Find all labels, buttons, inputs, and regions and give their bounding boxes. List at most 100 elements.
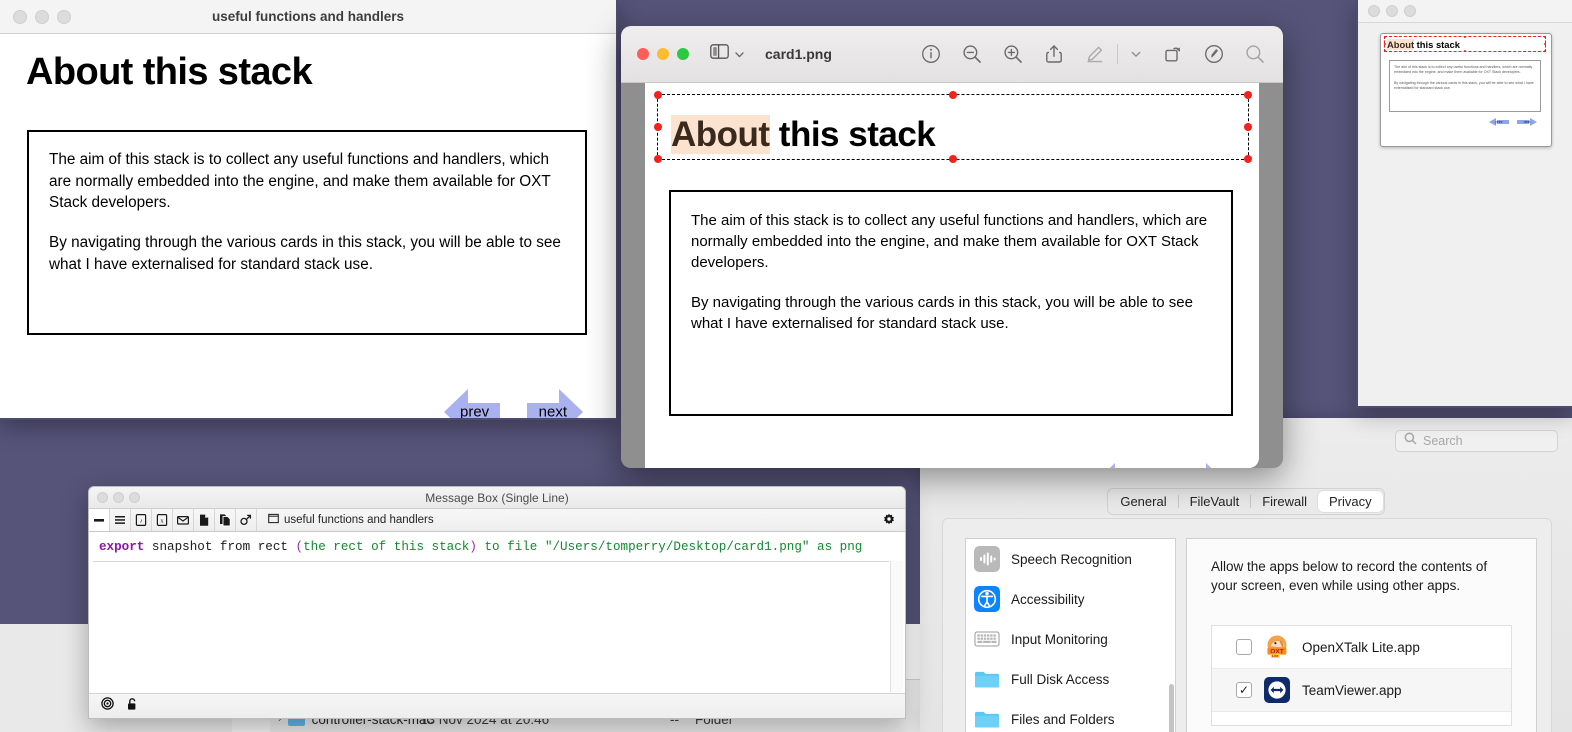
close-button[interactable] <box>637 48 649 60</box>
selection-handle <box>1383 35 1387 39</box>
stack-prev-button[interactable]: prev <box>444 389 500 418</box>
maximize-button[interactable] <box>57 9 71 24</box>
search-icon[interactable] <box>1245 44 1265 64</box>
app-name: OpenXTalk Lite.app <box>1302 639 1420 655</box>
selection-handle-top-right[interactable] <box>1244 91 1252 99</box>
script-icon[interactable]: ♪ <box>131 509 152 531</box>
selection-handle <box>1543 42 1547 46</box>
category-input-monitoring[interactable]: Input Monitoring <box>966 619 1169 659</box>
chevron-down-icon[interactable] <box>734 49 745 60</box>
stack-next-button[interactable]: next <box>527 389 583 418</box>
script-text-snapshot: snapshot from rect <box>144 540 296 554</box>
tab-privacy[interactable]: Privacy <box>1318 491 1383 512</box>
minimize-button[interactable] <box>35 9 49 24</box>
selection-handle-middle-right[interactable] <box>1244 123 1252 131</box>
window-controls[interactable] <box>0 9 71 24</box>
window-controls[interactable] <box>637 48 689 60</box>
checkbox-tick-icon: ✓ <box>1238 683 1250 697</box>
message-box-toolbar[interactable]: ♪ x useful functions and handlers <box>89 509 905 532</box>
message-box-script-line[interactable]: export snapshot from rect (the rect of t… <box>89 532 905 563</box>
toolbar-divider <box>1117 44 1118 64</box>
app-row-teamviewer[interactable]: ✓ TeamViewer.app <box>1212 669 1511 712</box>
thumbnail-paragraph-2: By navigating through the various cards … <box>1394 80 1534 91</box>
selection-handle-top-left[interactable] <box>654 91 662 99</box>
script-open-paren: ( <box>295 540 304 554</box>
maximize-button[interactable] <box>1404 5 1416 17</box>
category-accessibility[interactable]: Accessibility <box>966 579 1169 619</box>
privacy-category-list[interactable]: Speech Recognition Accessibility Input M… <box>965 538 1169 732</box>
zoom-in-icon[interactable] <box>1003 44 1023 64</box>
preview-heading-highlight: About <box>671 115 770 154</box>
selection-handle <box>1383 49 1387 53</box>
rotate-icon[interactable] <box>1163 44 1183 64</box>
thumbnail-prev-button[interactable]: prev <box>1489 118 1509 126</box>
category-list-scrollbar[interactable] <box>1168 538 1176 732</box>
stack-window[interactable]: useful functions and handlers About this… <box>0 0 618 420</box>
scrollbar-thumb[interactable] <box>1169 684 1174 732</box>
selection-handle <box>1463 35 1467 39</box>
close-button[interactable] <box>13 9 27 24</box>
message-box-target-stack[interactable]: useful functions and handlers <box>268 513 434 527</box>
tab-firewall[interactable]: Firewall <box>1251 491 1318 512</box>
preview-thumbnail-window[interactable]: About this stack The aim of this stack i… <box>1356 0 1572 408</box>
privacy-panel: Speech Recognition Accessibility Input M… <box>942 518 1552 732</box>
message-box-status-bar <box>89 693 905 718</box>
sidebar-icon[interactable] <box>710 44 730 64</box>
variables-icon[interactable]: x <box>152 509 173 531</box>
preview-toolbar[interactable] <box>921 44 1283 64</box>
mail-icon[interactable] <box>173 509 194 531</box>
stack-paragraph-2: By navigating through the various cards … <box>49 234 561 273</box>
share-icon[interactable] <box>1044 44 1064 64</box>
window-controls[interactable] <box>89 492 140 503</box>
message-box-title: Message Box (Single Line) <box>425 490 569 505</box>
gear-icon[interactable] <box>882 513 896 532</box>
allowed-apps-list[interactable]: OXT Lite OpenXTalk Lite.app ✓ TeamViewer <box>1211 625 1512 726</box>
message-box-scrollbar[interactable] <box>890 561 903 692</box>
annotate-icon[interactable] <box>1204 44 1224 64</box>
preview-heading-rest: this stack <box>769 115 936 154</box>
privacy-tab-bar[interactable]: General FileVault Firewall Privacy <box>920 488 1572 515</box>
multi-line-icon[interactable] <box>110 509 131 531</box>
selection-handle-bottom-right[interactable] <box>1244 155 1252 163</box>
link-icon[interactable] <box>236 509 257 531</box>
minimize-button[interactable] <box>113 492 124 503</box>
app-checkbox[interactable] <box>1236 639 1252 655</box>
preview-next-button[interactable]: next <box>1174 463 1230 468</box>
info-icon[interactable] <box>921 44 941 64</box>
close-button[interactable] <box>97 492 108 503</box>
selection-handle-top-center[interactable] <box>949 91 957 99</box>
category-full-disk-access[interactable]: Full Disk Access <box>966 659 1169 699</box>
category-files-and-folders[interactable]: Files and Folders <box>966 699 1169 732</box>
zoom-out-icon[interactable] <box>962 44 982 64</box>
target-icon[interactable] <box>101 697 114 715</box>
app-checkbox[interactable]: ✓ <box>1236 682 1252 698</box>
preview-window[interactable]: card1.png About this stack The aim of th… <box>621 26 1283 468</box>
chevron-down-icon[interactable] <box>1130 48 1142 60</box>
markup-pen-icon[interactable] <box>1085 44 1105 64</box>
search-input[interactable]: Search <box>1395 430 1558 452</box>
close-button[interactable] <box>1368 5 1380 17</box>
app-row-openxtalk-lite[interactable]: OXT Lite OpenXTalk Lite.app <box>1212 626 1511 669</box>
svg-text:♪: ♪ <box>140 519 143 525</box>
message-box-titlebar: Message Box (Single Line) <box>89 487 905 509</box>
sidebar-toggle-button[interactable] <box>710 44 745 64</box>
window-controls[interactable] <box>1358 5 1416 17</box>
minimize-button[interactable] <box>657 48 669 60</box>
selection-handle-bottom-center[interactable] <box>949 155 957 163</box>
single-line-icon[interactable] <box>89 509 110 531</box>
unlocked-lock-icon[interactable] <box>127 697 138 716</box>
category-speech-recognition[interactable]: Speech Recognition <box>966 539 1169 579</box>
maximize-button[interactable] <box>677 48 689 60</box>
copy-icon[interactable] <box>215 509 236 531</box>
message-box-output-area[interactable] <box>93 561 889 692</box>
selection-handle-middle-left[interactable] <box>654 123 662 131</box>
tab-filevault[interactable]: FileVault <box>1179 491 1251 512</box>
message-box-window[interactable]: Message Box (Single Line) ♪ x useful fun… <box>88 486 906 719</box>
selection-handle-bottom-left[interactable] <box>654 155 662 163</box>
thumbnail-next-button[interactable]: next <box>1517 118 1537 126</box>
minimize-button[interactable] <box>1386 5 1398 17</box>
document-icon[interactable] <box>194 509 215 531</box>
preview-prev-button[interactable]: prev <box>1091 463 1147 468</box>
maximize-button[interactable] <box>129 492 140 503</box>
tab-general[interactable]: General <box>1109 491 1177 512</box>
